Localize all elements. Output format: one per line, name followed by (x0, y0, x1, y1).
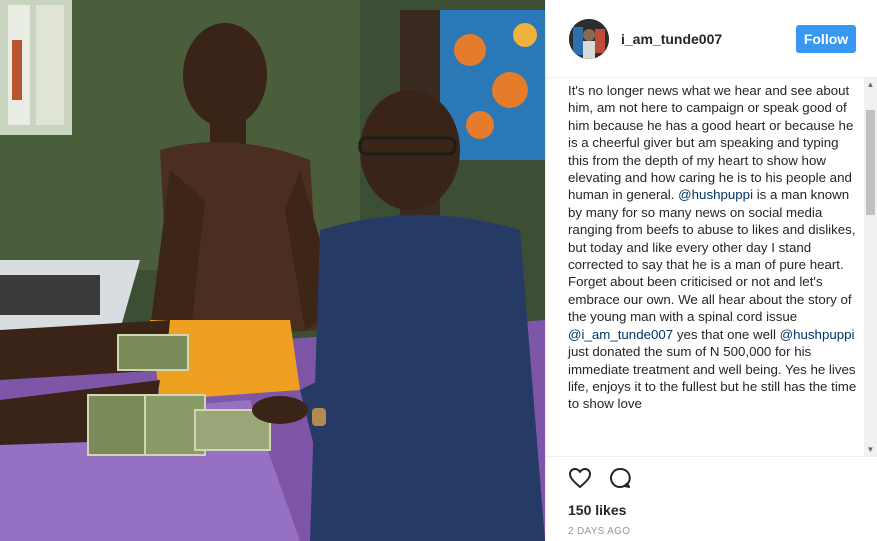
heart-icon[interactable] (568, 466, 592, 490)
post-sidebar: i_am_tunde007 Follow It's no longer news… (545, 0, 877, 541)
caption-area[interactable]: It's no longer news what we hear and see… (546, 78, 877, 456)
mention-link[interactable]: @hushpuppi (780, 327, 855, 342)
avatar[interactable] (569, 19, 609, 59)
scroll-down-arrow-icon[interactable]: ▼ (864, 443, 877, 456)
caption-text: It's no longer news what we hear and see… (568, 82, 860, 413)
caption-segment: is a man known by many for so many news … (568, 187, 856, 325)
mention-link[interactable]: @hushpuppi (678, 187, 753, 202)
post-timestamp[interactable]: 2 DAYS AGO (568, 526, 630, 537)
post-username[interactable]: i_am_tunde007 (621, 31, 722, 47)
post-photo (0, 0, 545, 541)
likes-count[interactable]: 150 likes (568, 502, 626, 518)
caption-segment: just donated the sum of N 500,000 for hi… (568, 344, 857, 412)
post-actions: 150 likes 2 DAYS AGO (546, 456, 877, 541)
photo-illustration (0, 0, 545, 541)
caption-segment: It's no longer news what we hear and see… (568, 83, 854, 203)
caption-segment: yes that one well (673, 326, 780, 342)
post-caption: It's no longer news what we hear and see… (568, 82, 860, 413)
scroll-up-arrow-icon[interactable]: ▲ (864, 78, 877, 91)
scrollbar-thumb[interactable] (866, 110, 875, 215)
caption-scrollbar[interactable]: ▲ ▼ (864, 78, 877, 456)
follow-button[interactable]: Follow (796, 25, 856, 53)
avatar-image (569, 19, 609, 59)
mention-link[interactable]: @i_am_tunde007 (568, 327, 673, 342)
post-header: i_am_tunde007 Follow (546, 0, 877, 78)
comment-icon[interactable] (608, 466, 632, 490)
